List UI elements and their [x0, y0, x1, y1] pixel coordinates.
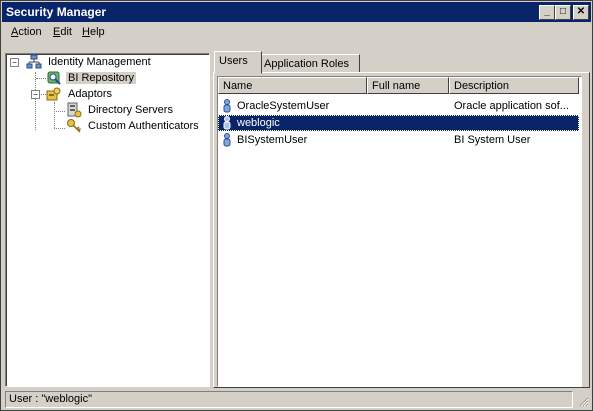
- column-header-description[interactable]: Description: [449, 77, 579, 94]
- directory-server-icon: [66, 102, 82, 118]
- maximize-icon: □: [559, 6, 567, 17]
- status-text: User : "weblogic": [5, 391, 573, 408]
- maximize-button[interactable]: □: [555, 5, 571, 20]
- window-title: Security Manager: [6, 5, 107, 19]
- user-icon: [222, 116, 232, 130]
- user-icon: [222, 133, 232, 147]
- column-header-full-name[interactable]: Full name: [367, 77, 449, 94]
- resize-grip-icon[interactable]: [577, 395, 589, 407]
- tree-node-adaptors[interactable]: Adaptors: [46, 86, 114, 102]
- tree-node-directory-servers[interactable]: Directory Servers: [66, 102, 175, 118]
- user-row[interactable]: BISystemUser BI System User: [218, 132, 579, 148]
- menu-help[interactable]: Help: [82, 26, 105, 38]
- user-description: BI System User: [454, 134, 531, 146]
- tree-label-directory-servers: Directory Servers: [88, 104, 173, 116]
- tree-node-bi-repository[interactable]: BI Repository: [46, 70, 137, 86]
- users-list[interactable]: Name Full name Description OracleSystemU…: [217, 76, 582, 387]
- tree-label-bi-repository: BI Repository: [66, 72, 137, 84]
- tree-label-identity-management: Identity Management: [48, 56, 151, 68]
- minimize-icon: _: [544, 6, 550, 17]
- status-bar: User : "weblogic": [2, 389, 591, 409]
- tree-line: [36, 78, 46, 79]
- user-name: BISystemUser: [237, 134, 308, 146]
- tree-line: [54, 111, 65, 112]
- tree-line: [54, 128, 65, 129]
- menu-edit[interactable]: Edit: [53, 26, 72, 38]
- tree-node-custom-authenticators[interactable]: Custom Authenticators: [66, 118, 201, 134]
- user-name: weblogic: [237, 117, 280, 129]
- users-tab-panel: Name Full name Description OracleSystemU…: [213, 72, 590, 388]
- security-manager-window: Security Manager _ □ ✕ Action Edit Help …: [0, 0, 593, 411]
- close-icon: ✕: [576, 6, 586, 17]
- tree-node-identity-management[interactable]: Identity Management: [26, 54, 153, 70]
- tree-label-custom-authenticators: Custom Authenticators: [88, 120, 199, 132]
- title-bar[interactable]: Security Manager _ □ ✕: [2, 2, 591, 22]
- tab-application-roles[interactable]: Application Roles: [259, 54, 360, 74]
- authenticator-key-icon: [66, 118, 82, 134]
- tree-label-adaptors: Adaptors: [68, 88, 113, 100]
- close-button[interactable]: ✕: [573, 5, 589, 20]
- tree-collapse-root[interactable]: −: [10, 58, 19, 67]
- user-row[interactable]: OracleSystemUser Oracle application sof.…: [218, 98, 579, 114]
- adaptors-icon: [46, 86, 62, 102]
- tree-line: [54, 102, 55, 128]
- menu-bar: Action Edit Help: [2, 23, 591, 43]
- repository-icon: [46, 70, 62, 86]
- menu-action[interactable]: Action: [11, 26, 42, 38]
- identity-management-icon: [26, 54, 42, 70]
- user-description: Oracle application sof...: [454, 100, 569, 112]
- tab-users[interactable]: Users: [214, 51, 262, 74]
- tree-collapse-adaptors[interactable]: −: [31, 90, 40, 99]
- user-name: OracleSystemUser: [237, 100, 330, 112]
- column-header-name[interactable]: Name: [218, 77, 367, 94]
- minimize-button[interactable]: _: [539, 5, 555, 20]
- details-pane: Users Application Roles Name Full name D…: [213, 51, 590, 388]
- user-row-selected[interactable]: weblogic: [218, 115, 579, 131]
- tree-line: [35, 72, 36, 130]
- navigation-tree[interactable]: − Identity Management BI Repository − Ad…: [5, 53, 210, 387]
- user-icon: [222, 99, 232, 113]
